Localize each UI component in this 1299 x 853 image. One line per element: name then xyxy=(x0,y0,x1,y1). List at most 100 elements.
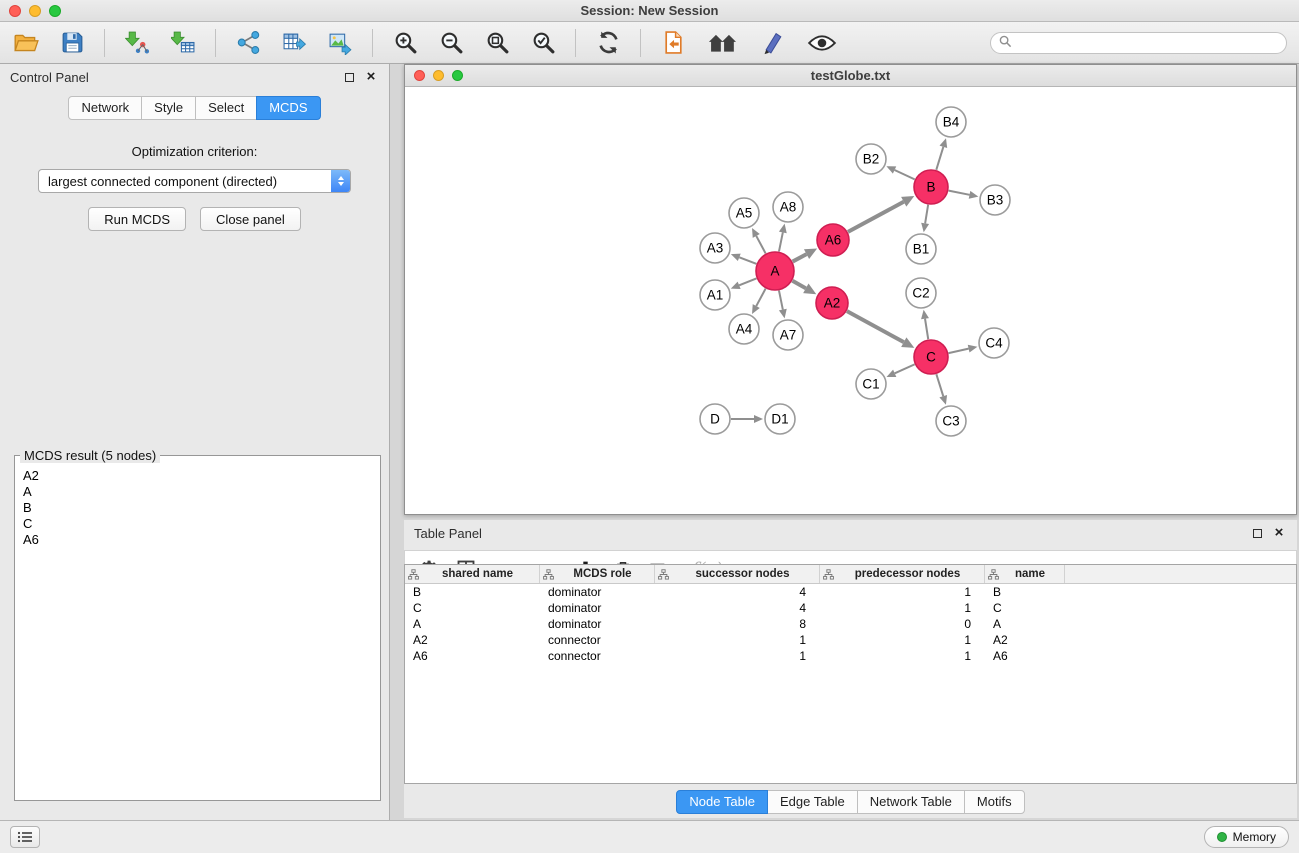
node-A2[interactable]: A2 xyxy=(816,287,848,319)
node-C1[interactable]: C1 xyxy=(856,369,886,399)
close-panel-icon[interactable]: × xyxy=(363,69,379,85)
home-icon[interactable] xyxy=(705,28,741,58)
edge-C-C4[interactable] xyxy=(949,349,969,353)
edge-A-A6[interactable] xyxy=(793,254,807,261)
node-A3[interactable]: A3 xyxy=(700,233,730,263)
open-session-icon[interactable] xyxy=(12,28,40,58)
column-header-successor-nodes[interactable]: successor nodes xyxy=(655,565,820,583)
zoom-in-icon[interactable] xyxy=(391,28,419,58)
style-tool-icon[interactable] xyxy=(759,28,787,58)
result-item[interactable]: A6 xyxy=(21,532,374,548)
node-C3[interactable]: C3 xyxy=(936,406,966,436)
edge-B-B3[interactable] xyxy=(949,191,970,195)
fullscreen-window-button[interactable] xyxy=(49,5,61,17)
tab-motifs[interactable]: Motifs xyxy=(964,790,1025,814)
float-table-panel-icon[interactable] xyxy=(1249,525,1265,541)
edge-A6-B[interactable] xyxy=(848,202,904,232)
edge-A-A8[interactable] xyxy=(779,232,783,251)
export-image-icon[interactable] xyxy=(326,28,354,58)
show-hide-icon[interactable] xyxy=(805,28,839,58)
minimize-window-button[interactable] xyxy=(29,5,41,17)
network-close-button[interactable] xyxy=(414,70,425,81)
node-A6[interactable]: A6 xyxy=(817,224,849,256)
close-window-button[interactable] xyxy=(9,5,21,17)
column-header-predecessor-nodes[interactable]: predecessor nodes xyxy=(820,565,985,583)
result-item[interactable]: A xyxy=(21,484,374,500)
result-item[interactable]: B xyxy=(21,500,374,516)
node-A7[interactable]: A7 xyxy=(773,320,803,350)
table-row[interactable]: Bdominator41B xyxy=(405,584,1296,600)
node-B[interactable]: B xyxy=(914,170,948,204)
edge-A-A1[interactable] xyxy=(739,278,756,285)
tab-network[interactable]: Network xyxy=(68,96,142,120)
table-row[interactable]: Cdominator41C xyxy=(405,600,1296,616)
network-graph[interactable]: B4 B2 B B3 A5 A8 A6 A3 B1 A C2 A1 A2 A4 A7 C4 C C1 D D1 C3 xyxy=(407,88,1294,512)
column-header-mcds-role[interactable]: MCDS role xyxy=(540,565,655,583)
node-A5[interactable]: A5 xyxy=(729,198,759,228)
refresh-view-icon[interactable] xyxy=(594,28,622,58)
search-box[interactable] xyxy=(990,32,1287,54)
search-input[interactable] xyxy=(1017,36,1278,50)
node-D1[interactable]: D1 xyxy=(765,404,795,434)
node-C2[interactable]: C2 xyxy=(906,278,936,308)
edge-C-C1[interactable] xyxy=(895,364,915,373)
status-bar: Memory xyxy=(0,820,1299,853)
edge-A-A4[interactable] xyxy=(756,289,765,306)
export-table-icon[interactable] xyxy=(280,28,308,58)
node-A8[interactable]: A8 xyxy=(773,192,803,222)
table-row[interactable]: A6connector11A6 xyxy=(405,648,1296,664)
node-A1[interactable]: A1 xyxy=(700,280,730,310)
edge-B-B1[interactable] xyxy=(925,205,928,224)
edge-A2-C[interactable] xyxy=(847,311,904,342)
network-minimize-button[interactable] xyxy=(433,70,444,81)
edge-B-B2[interactable] xyxy=(895,170,915,179)
import-network-database-icon[interactable] xyxy=(234,28,262,58)
tab-edge-table[interactable]: Edge Table xyxy=(767,790,858,814)
edge-C-C2[interactable] xyxy=(925,319,928,340)
node-B4[interactable]: B4 xyxy=(936,107,966,137)
tab-select[interactable]: Select xyxy=(195,96,257,120)
open-session-file-icon[interactable] xyxy=(659,28,687,58)
memory-button[interactable]: Memory xyxy=(1204,826,1289,848)
zoom-selected-icon[interactable] xyxy=(529,28,557,58)
import-network-file-icon[interactable] xyxy=(123,28,151,58)
edge-A-A2[interactable] xyxy=(792,281,805,289)
edge-B-B4[interactable] xyxy=(936,147,943,170)
edge-A-A5[interactable] xyxy=(756,236,765,253)
optimization-criterion-select[interactable]: largest connected component (directed) xyxy=(38,169,351,193)
edge-C-C3[interactable] xyxy=(936,374,943,396)
task-history-button[interactable] xyxy=(10,826,40,848)
tab-network-table[interactable]: Network Table xyxy=(857,790,965,814)
float-panel-icon[interactable] xyxy=(341,69,357,85)
column-header-name[interactable]: name xyxy=(985,565,1065,583)
node-B2[interactable]: B2 xyxy=(856,144,886,174)
node-B1[interactable]: B1 xyxy=(906,234,936,264)
zoom-fit-icon[interactable] xyxy=(483,28,511,58)
node-D[interactable]: D xyxy=(700,404,730,434)
close-panel-button[interactable]: Close panel xyxy=(200,207,301,231)
node-A[interactable]: A xyxy=(756,252,794,290)
svg-text:A5: A5 xyxy=(736,206,753,221)
tab-node-table[interactable]: Node Table xyxy=(676,790,768,814)
network-canvas[interactable]: B4 B2 B B3 A5 A8 A6 A3 B1 A C2 A1 A2 A4 A7 C4 C C1 D D1 C3 xyxy=(407,88,1294,512)
result-item[interactable]: A2 xyxy=(21,468,374,484)
save-session-icon[interactable] xyxy=(58,28,86,58)
node-C4[interactable]: C4 xyxy=(979,328,1009,358)
node-B3[interactable]: B3 xyxy=(980,185,1010,215)
zoom-out-icon[interactable] xyxy=(437,28,465,58)
edge-A-A7[interactable] xyxy=(779,291,783,310)
table-row[interactable]: A2connector11A2 xyxy=(405,632,1296,648)
node-A4[interactable]: A4 xyxy=(729,314,759,344)
edge-A-A3[interactable] xyxy=(739,257,756,264)
column-header-shared-name[interactable]: shared name xyxy=(405,565,540,583)
node-C[interactable]: C xyxy=(914,340,948,374)
network-zoom-button[interactable] xyxy=(452,70,463,81)
table-row[interactable]: Adominator80A xyxy=(405,616,1296,632)
optimization-criterion-label: Optimization criterion: xyxy=(0,144,389,159)
close-table-panel-icon[interactable]: × xyxy=(1271,525,1287,541)
result-item[interactable]: C xyxy=(21,516,374,532)
tab-style[interactable]: Style xyxy=(141,96,196,120)
tab-mcds[interactable]: MCDS xyxy=(256,96,320,120)
import-table-file-icon[interactable] xyxy=(169,28,197,58)
run-mcds-button[interactable]: Run MCDS xyxy=(88,207,186,231)
